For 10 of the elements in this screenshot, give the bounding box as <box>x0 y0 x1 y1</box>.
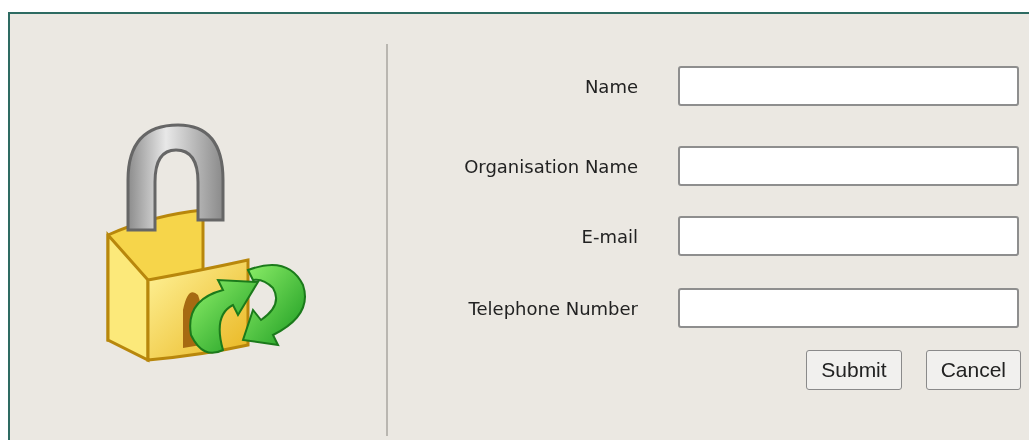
cancel-button[interactable]: Cancel <box>925 350 1021 390</box>
field-label: Name <box>583 75 639 97</box>
submit-button[interactable]: Submit <box>806 350 902 390</box>
input-field[interactable] <box>678 288 1019 328</box>
input-field[interactable] <box>678 66 1019 106</box>
field-label: E-mail <box>580 225 639 247</box>
field-label: Organisation Name <box>463 155 639 177</box>
input-field[interactable] <box>678 216 1019 256</box>
field-label: Telephone Number <box>467 297 639 319</box>
input-field[interactable] <box>678 146 1019 186</box>
